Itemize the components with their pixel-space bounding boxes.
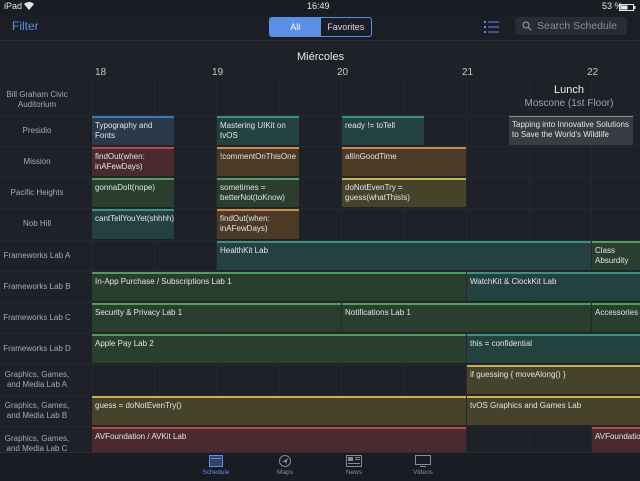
tab-label: News bbox=[345, 469, 363, 476]
session-block[interactable]: tvOS Graphics and Games Lab bbox=[467, 396, 640, 425]
session-block[interactable]: In-App Purchase / Subscriptions Lab 1 bbox=[92, 272, 466, 301]
session-block[interactable]: AVFoundation bbox=[592, 427, 640, 452]
room-label: Graphics, Games, and Media Lab C bbox=[4, 434, 70, 452]
tv-icon bbox=[415, 455, 431, 467]
session-block[interactable]: ready != toTell bbox=[342, 116, 424, 145]
segment-all[interactable]: All bbox=[270, 18, 321, 36]
session-block[interactable]: if guessing { moveAlong() } bbox=[467, 365, 640, 394]
device-label: iPad bbox=[4, 1, 23, 11]
schedule-segmented-control: All Favorites bbox=[269, 17, 372, 37]
session-block[interactable]: Notifications Lab 1 bbox=[342, 303, 591, 332]
search-field[interactable]: Search Schedule bbox=[515, 17, 627, 35]
list-view-icon[interactable] bbox=[484, 20, 499, 33]
battery-icon bbox=[619, 3, 636, 13]
room-label: Mission bbox=[23, 157, 51, 166]
session-block[interactable]: Tapping into Innovative Solutions to Sav… bbox=[509, 116, 633, 145]
search-icon bbox=[522, 21, 532, 31]
segment-favorites[interactable]: Favorites bbox=[321, 18, 372, 36]
wifi-icon bbox=[24, 2, 34, 12]
navigation-bar: Filter All Favorites Search Schedule bbox=[0, 13, 640, 41]
session-block[interactable]: Class Absurdity bbox=[592, 241, 640, 270]
hour-label: 20 bbox=[337, 67, 349, 78]
room-label: Graphics, Games, and Media Lab A bbox=[4, 370, 70, 389]
room-label: Graphics, Games, and Media Lab B bbox=[4, 401, 70, 420]
session-block[interactable]: gonnaDoIt(nope) bbox=[92, 178, 174, 207]
session-block[interactable]: Accessories bbox=[592, 303, 640, 332]
session-block[interactable]: doNotEvenTry = guess(whatThisIs) bbox=[342, 178, 466, 207]
session-block[interactable]: Apple Pay Lab 2 bbox=[92, 334, 466, 363]
session-block[interactable]: this = confidential bbox=[467, 334, 640, 363]
session-block[interactable]: findOut(when: inAFewDays) bbox=[217, 209, 299, 239]
hour-label: 19 bbox=[212, 67, 224, 78]
tab-maps[interactable]: Maps bbox=[265, 455, 305, 476]
session-block[interactable]: HealthKit Lab bbox=[217, 241, 591, 270]
tab-bar: Schedule Maps News Videos bbox=[0, 452, 640, 481]
room-label: Presidio bbox=[22, 126, 52, 135]
calendar-icon bbox=[209, 455, 223, 467]
tab-label: Maps bbox=[277, 469, 293, 476]
location-arrow-icon bbox=[279, 455, 291, 467]
room-label: Bill Graham Civic Auditorium bbox=[6, 90, 68, 109]
tab-news[interactable]: News bbox=[334, 455, 374, 476]
room-label: Frameworks Lab D bbox=[3, 344, 71, 353]
session-block[interactable]: Typography and Fonts bbox=[92, 116, 174, 145]
hour-label: 21 bbox=[462, 67, 474, 78]
status-time: 16:49 bbox=[307, 1, 330, 11]
session-block[interactable]: AVFoundation / AVKit Lab bbox=[92, 427, 466, 452]
lunch-block: Lunch Moscone (1st Floor) bbox=[509, 84, 629, 109]
search-placeholder: Search Schedule bbox=[537, 20, 617, 32]
hour-label: 18 bbox=[95, 67, 107, 78]
tab-schedule[interactable]: Schedule bbox=[196, 455, 236, 476]
session-block[interactable]: guess = doNotEvenTry() bbox=[92, 396, 466, 425]
tab-label: Schedule bbox=[202, 469, 230, 476]
session-block[interactable]: WatchKit & ClockKit Lab bbox=[467, 272, 640, 301]
tab-videos[interactable]: Videos bbox=[403, 455, 443, 476]
day-title: Miércoles bbox=[297, 51, 345, 63]
session-block[interactable]: Mastering UIKit on tvOS bbox=[217, 116, 299, 145]
tab-label: Videos bbox=[413, 469, 433, 476]
session-block[interactable]: Security & Privacy Lab 1 bbox=[92, 303, 341, 332]
session-block[interactable]: allInGoodTime bbox=[342, 147, 466, 176]
room-label: Frameworks Lab B bbox=[3, 282, 71, 291]
status-bar: iPad 16:49 53 % bbox=[0, 0, 640, 13]
room-label: Nob Hill bbox=[22, 219, 51, 228]
room-label: Frameworks Lab C bbox=[3, 313, 71, 322]
session-block[interactable]: sometimes = betterNot(toKnow) bbox=[217, 178, 299, 207]
session-block[interactable]: !commentOnThisOne bbox=[217, 147, 299, 176]
newspaper-icon bbox=[346, 455, 362, 467]
session-block[interactable]: cantTellYouYet(shhhh) bbox=[92, 209, 174, 239]
lunch-title: Lunch bbox=[554, 84, 584, 96]
lunch-location: Moscone (1st Floor) bbox=[524, 98, 614, 109]
hour-label: 22 bbox=[587, 67, 599, 78]
session-block[interactable]: findOut(when: inAFewDays) bbox=[92, 147, 174, 176]
room-label: Frameworks Lab A bbox=[3, 251, 71, 260]
filter-button[interactable]: Filter bbox=[12, 19, 39, 33]
room-label: Pacific Heights bbox=[10, 188, 64, 197]
